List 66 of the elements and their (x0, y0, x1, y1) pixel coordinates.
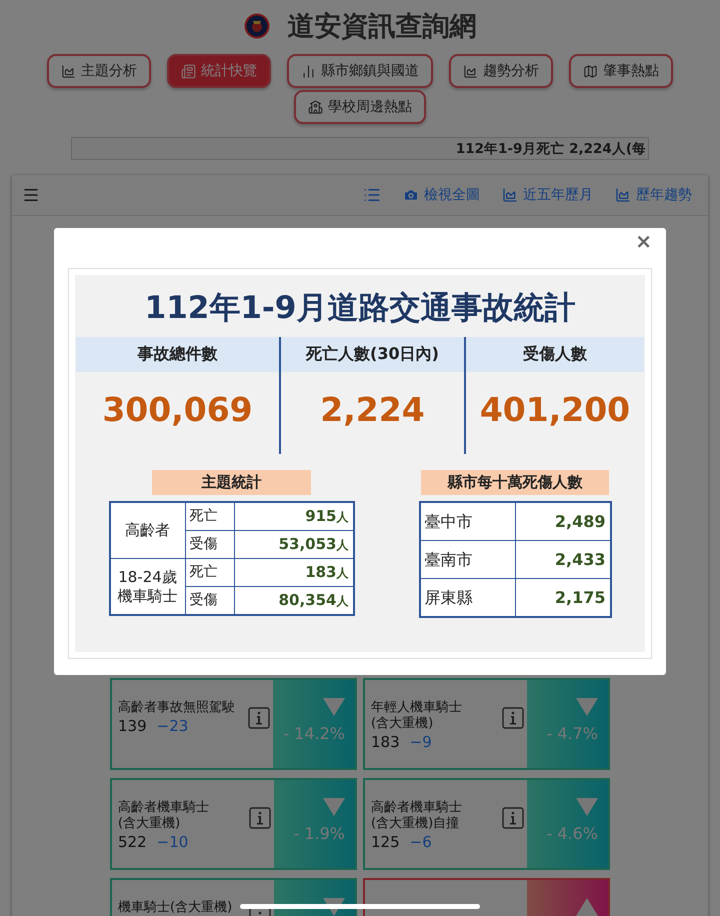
nav-icon (308, 100, 323, 114)
nav-button[interactable]: 主題分析 (47, 54, 151, 88)
table-cell: 受傷 (185, 530, 234, 558)
nav-icon (301, 64, 316, 78)
card-percent: - 1.9% (293, 824, 345, 843)
stat-card[interactable]: 年輕人機車騎士 (含大重機) 183 −9 - 4.7% (363, 678, 610, 770)
nav-icon (463, 64, 478, 78)
emblem-logo (244, 13, 270, 39)
area-chart-icon (615, 187, 631, 203)
nav-icon (61, 64, 76, 78)
sheet-title: 112年1-9月道路交通事故統計 (144, 289, 576, 328)
down-triangle-icon (576, 798, 598, 816)
summary-label: 受傷人數 (466, 337, 644, 372)
toolbar-link[interactable]: 近五年歷月 (502, 186, 593, 204)
up-triangle-icon (576, 898, 598, 916)
card-title: 高齡者機車騎士 (含大重機) (118, 800, 209, 832)
list-icon[interactable] (363, 186, 381, 204)
nav-icon (181, 64, 196, 78)
nav-icon (583, 64, 598, 78)
card-change: −23 (156, 717, 188, 735)
nav-button[interactable]: 學校周邊熱點 (294, 90, 426, 124)
toolbar-link[interactable]: 歷年趨勢 (615, 186, 692, 204)
table-cell: 臺南市 (420, 540, 515, 578)
summary-value: 401,200 (480, 390, 630, 429)
menu-icon[interactable] (22, 186, 40, 204)
table-cell: 死亡 (185, 558, 234, 586)
nav-button[interactable]: 縣市鄉鎮與國道 (287, 54, 433, 88)
nav-button[interactable]: 趨勢分析 (449, 54, 553, 88)
card-percent: - 4.6% (546, 824, 598, 843)
card-change: −9 (410, 733, 432, 751)
card-percent: - 4.7% (546, 724, 598, 743)
summary-label: 事故總件數 (76, 337, 279, 372)
table-cell: 臺中市 (420, 502, 515, 540)
close-button[interactable]: × (635, 229, 652, 253)
down-triangle-icon (323, 698, 345, 716)
site-title: 道安資訊查詢網 (288, 10, 476, 44)
stat-card[interactable]: 高齡者機車騎士 (含大重機)自撞 125 −6 - 4.6% (363, 778, 610, 870)
card-count: 125 (371, 833, 400, 851)
down-triangle-icon (323, 798, 345, 816)
table-heading: 縣市每十萬死傷人數 (421, 470, 609, 495)
toolbar-link[interactable]: 檢視全圖 (403, 186, 480, 204)
table-cell: 死亡 (185, 502, 234, 530)
summary-label: 死亡人數(30日內) (281, 337, 464, 372)
card-percent: - 14.2% (283, 724, 345, 743)
summary-value: 300,069 (102, 390, 253, 429)
ticker-text: 112年1-9月死亡 2,224人(每 (456, 140, 646, 158)
camera-icon (403, 187, 419, 203)
card-title: 高齡者事故無照駕駛 (118, 700, 235, 716)
card-count: 139 (118, 717, 147, 735)
stat-card[interactable]: 高齡者事故無照駕駛 139 −23 - 14.2% (110, 678, 357, 770)
card-title: 高齡者機車騎士 (含大重機)自撞 (371, 800, 462, 832)
card-count: 183 (371, 733, 400, 751)
card-count: 522 (118, 833, 147, 851)
group-cell: 高齡者 (110, 502, 185, 558)
nav-button[interactable]: 肇事熱點 (569, 54, 673, 88)
nav-button[interactable]: 統計快覽 (167, 54, 271, 88)
stat-card[interactable]: 機車騎士(含大重機) (110, 878, 357, 916)
area-chart-icon (502, 187, 518, 203)
down-triangle-icon (576, 698, 598, 716)
table-heading: 主題統計 (152, 470, 311, 495)
stat-card[interactable]: 高齡者機車騎士 (含大重機) 522 −10 - 1.9% (110, 778, 357, 870)
summary-value: 2,224 (320, 390, 425, 429)
card-change: −6 (410, 833, 432, 851)
card-title: 年輕人機車騎士 (含大重機) (371, 700, 462, 732)
card-change: −10 (156, 833, 188, 851)
card-title: 機車騎士(含大重機) (118, 900, 232, 916)
